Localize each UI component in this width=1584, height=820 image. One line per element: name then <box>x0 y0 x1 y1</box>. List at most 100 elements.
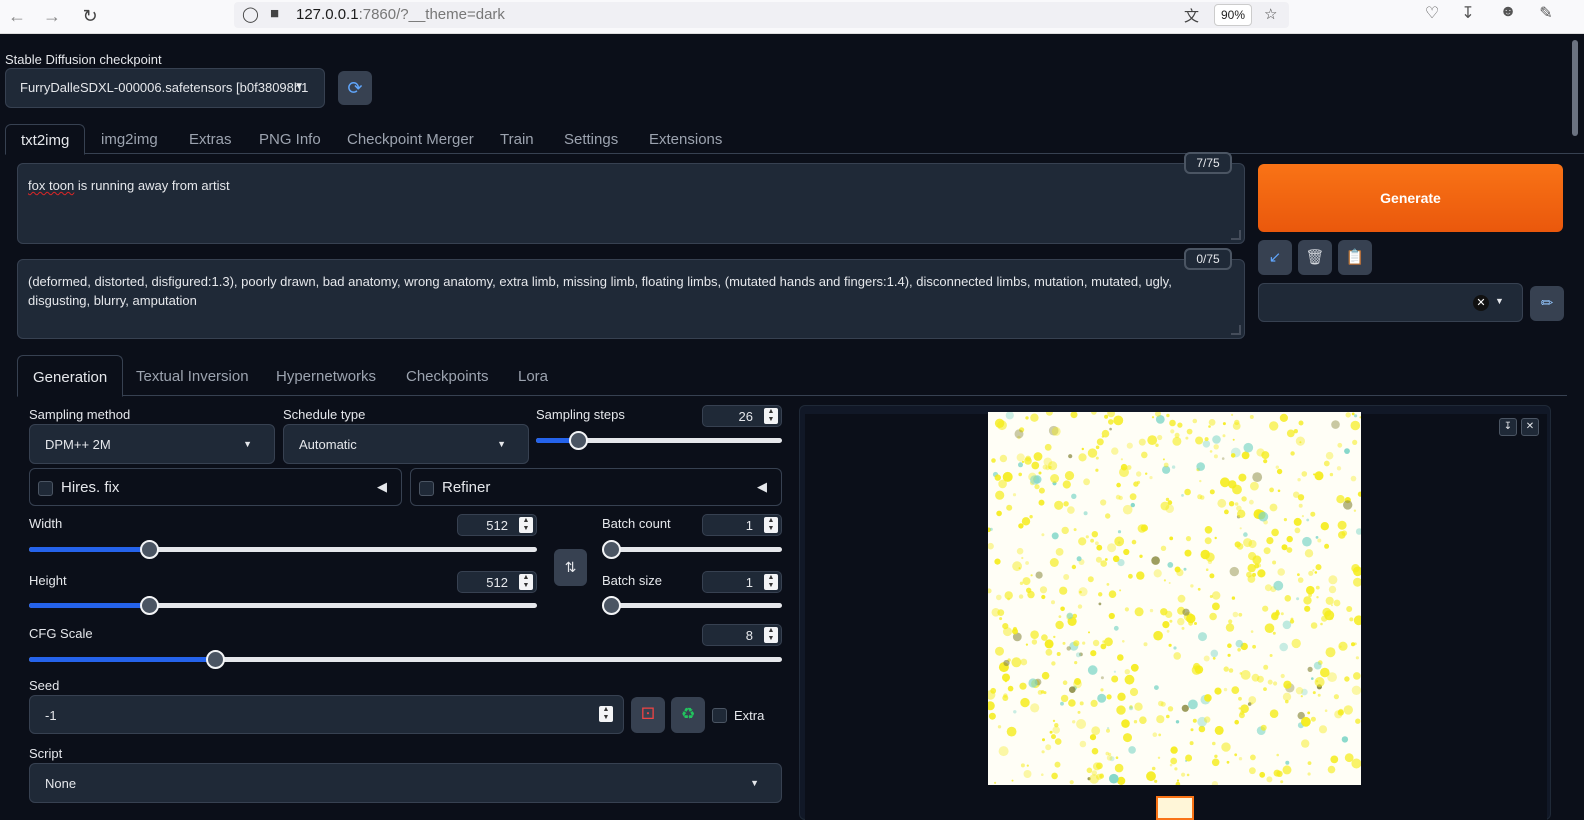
tab-generation[interactable]: Generation <box>17 355 124 397</box>
tab-checkpoints[interactable]: Checkpoints <box>406 355 489 396</box>
noise-speck <box>1237 648 1241 652</box>
noise-speck <box>1073 679 1082 689</box>
page-info-icon[interactable]: ■ <box>270 5 279 22</box>
sampling-steps-input[interactable]: 26 ▲ ▼ <box>702 405 782 427</box>
back-icon[interactable]: ← <box>4 3 30 29</box>
spinner-icon[interactable]: ▲ ▼ <box>764 517 778 533</box>
account-icon[interactable]: ☻ <box>1496 3 1520 21</box>
tab-checkpoint-merger[interactable]: Checkpoint Merger <box>347 124 474 154</box>
noise-speck <box>1324 543 1330 549</box>
sampling-steps-slider[interactable] <box>536 431 782 450</box>
translate-icon[interactable]: 文 <box>1184 5 1199 26</box>
batch-count-slider[interactable] <box>602 540 782 559</box>
tab-extras[interactable]: Extras <box>189 124 232 154</box>
edit-styles-button[interactable]: ✏ <box>1530 286 1564 321</box>
slider-thumb[interactable] <box>139 540 159 559</box>
noise-speck <box>1343 705 1353 715</box>
resize-handle[interactable] <box>1231 230 1241 240</box>
tab-png-info[interactable]: PNG Info <box>259 124 321 154</box>
refiner-checkbox[interactable] <box>419 481 434 496</box>
cfg-scale-slider[interactable] <box>29 650 782 669</box>
generated-image[interactable] <box>988 412 1361 785</box>
schedule-type-dropdown[interactable]: Automatic ▼ <box>283 424 529 464</box>
refresh-checkpoints-button[interactable]: ⟳ <box>338 71 372 105</box>
batch-count-input[interactable]: 1 ▲ ▼ <box>702 514 782 536</box>
pocket-icon[interactable]: ♡ <box>1420 3 1444 23</box>
resize-handle[interactable] <box>1231 325 1241 335</box>
slider-thumb[interactable] <box>139 596 159 615</box>
noise-speck <box>1021 556 1024 560</box>
tab-train[interactable]: Train <box>500 124 534 154</box>
url-path: :7860/?__theme=dark <box>358 6 505 23</box>
negative-prompt-textarea[interactable]: (deformed, distorted, disfigured:1.3), p… <box>17 259 1245 339</box>
generate-button[interactable]: Generate <box>1258 164 1563 232</box>
forward-icon[interactable]: → <box>39 3 65 29</box>
downloads-icon[interactable]: ↧ <box>1456 3 1480 23</box>
tab-hypernetworks[interactable]: Hypernetworks <box>276 355 376 396</box>
slider-thumb[interactable] <box>602 540 621 559</box>
sampling-steps-label: Sampling steps <box>536 407 625 422</box>
tab-img2img[interactable]: img2img <box>101 124 158 154</box>
spinner-icon[interactable]: ▲ ▼ <box>764 627 778 643</box>
close-icon[interactable]: ✕ <box>1521 418 1539 436</box>
tab-txt2img[interactable]: txt2img <box>5 124 86 155</box>
noise-speck <box>1241 451 1250 460</box>
styles-dropdown[interactable]: ✕ ▼ <box>1258 283 1523 322</box>
hires-fix-accordion[interactable]: Hires. fix ◀ <box>29 468 402 506</box>
width-slider[interactable] <box>29 540 537 559</box>
apply-styles-button[interactable]: 📋 <box>1338 240 1372 275</box>
slider-thumb[interactable] <box>568 431 588 450</box>
download-icon[interactable]: ↧ <box>1499 418 1517 436</box>
tab-extensions[interactable]: Extensions <box>649 124 722 154</box>
checkpoint-dropdown[interactable]: FurryDalleSDXL-000006.safetensors [b0f38… <box>5 68 325 108</box>
script-dropdown[interactable]: None ▼ <box>29 763 782 803</box>
height-slider[interactable] <box>29 596 537 615</box>
random-seed-button[interactable]: ⚀ <box>631 697 665 733</box>
swap-dimensions-button[interactable]: ⇅ <box>554 549 587 586</box>
noise-speck <box>1055 548 1064 556</box>
tab-lora[interactable]: Lora <box>518 355 548 396</box>
bookmark-star-icon[interactable]: ☆ <box>1264 5 1277 23</box>
noise-speck <box>1100 560 1107 567</box>
noise-speck <box>1250 481 1259 491</box>
seed-input[interactable]: -1 ▲ ▼ <box>29 695 624 734</box>
spinner-icon[interactable]: ▲ ▼ <box>764 408 778 424</box>
reload-icon[interactable]: ↻ <box>77 3 103 29</box>
batch-size-input[interactable]: 1 ▲ ▼ <box>702 571 782 593</box>
zoom-level[interactable]: 90% <box>1214 4 1252 26</box>
hires-fix-checkbox[interactable] <box>38 481 53 496</box>
noise-speck <box>1208 419 1216 426</box>
reuse-seed-button[interactable]: ♻ <box>671 697 705 733</box>
clear-prompt-button[interactable]: 🗑 <box>1298 240 1332 275</box>
gallery-thumbnail[interactable] <box>1156 796 1194 820</box>
noise-speck <box>1258 511 1269 522</box>
slider-thumb[interactable] <box>602 596 621 615</box>
triangle-left-icon[interactable]: ◀ <box>757 479 767 495</box>
slider-thumb[interactable] <box>205 650 225 669</box>
extensions-icon[interactable]: ✎ <box>1534 3 1558 23</box>
spinner-icon[interactable]: ▲ ▼ <box>519 574 533 590</box>
tab-textual-inversion[interactable]: Textual Inversion <box>136 355 249 396</box>
spinner-icon[interactable]: ▲ ▼ <box>599 706 613 722</box>
spinner-icon[interactable]: ▲ ▼ <box>519 517 533 533</box>
close-icon[interactable]: ✕ <box>1473 295 1489 311</box>
shield-icon[interactable]: ◯ <box>242 5 259 23</box>
spinner-icon[interactable]: ▲ ▼ <box>764 574 778 590</box>
extra-seed-checkbox[interactable] <box>712 708 727 723</box>
width-input[interactable]: 512 ▲ ▼ <box>457 514 537 536</box>
tab-settings[interactable]: Settings <box>564 124 618 154</box>
sampling-method-dropdown[interactable]: DPM++ 2M ▼ <box>29 424 275 464</box>
triangle-left-icon[interactable]: ◀ <box>377 479 387 495</box>
noise-speck <box>1160 701 1166 707</box>
prompt-textarea[interactable]: fox toon is running away from artist <box>17 163 1245 244</box>
noise-speck <box>1160 545 1167 551</box>
height-input[interactable]: 512 ▲ ▼ <box>457 571 537 593</box>
address-bar[interactable]: ◯ ■ 127.0.0.1:7860/?__theme=dark 文 90% ☆ <box>234 2 1289 28</box>
refiner-accordion[interactable]: Refiner ◀ <box>410 468 782 506</box>
read-params-button[interactable]: ↙ <box>1258 240 1292 275</box>
batch-size-slider[interactable] <box>602 596 782 615</box>
noise-speck <box>1194 665 1204 674</box>
page-scrollbar-thumb[interactable] <box>1572 40 1578 136</box>
url-text[interactable]: 127.0.0.1:7860/?__theme=dark <box>296 6 505 23</box>
cfg-scale-input[interactable]: 8 ▲ ▼ <box>702 624 782 646</box>
